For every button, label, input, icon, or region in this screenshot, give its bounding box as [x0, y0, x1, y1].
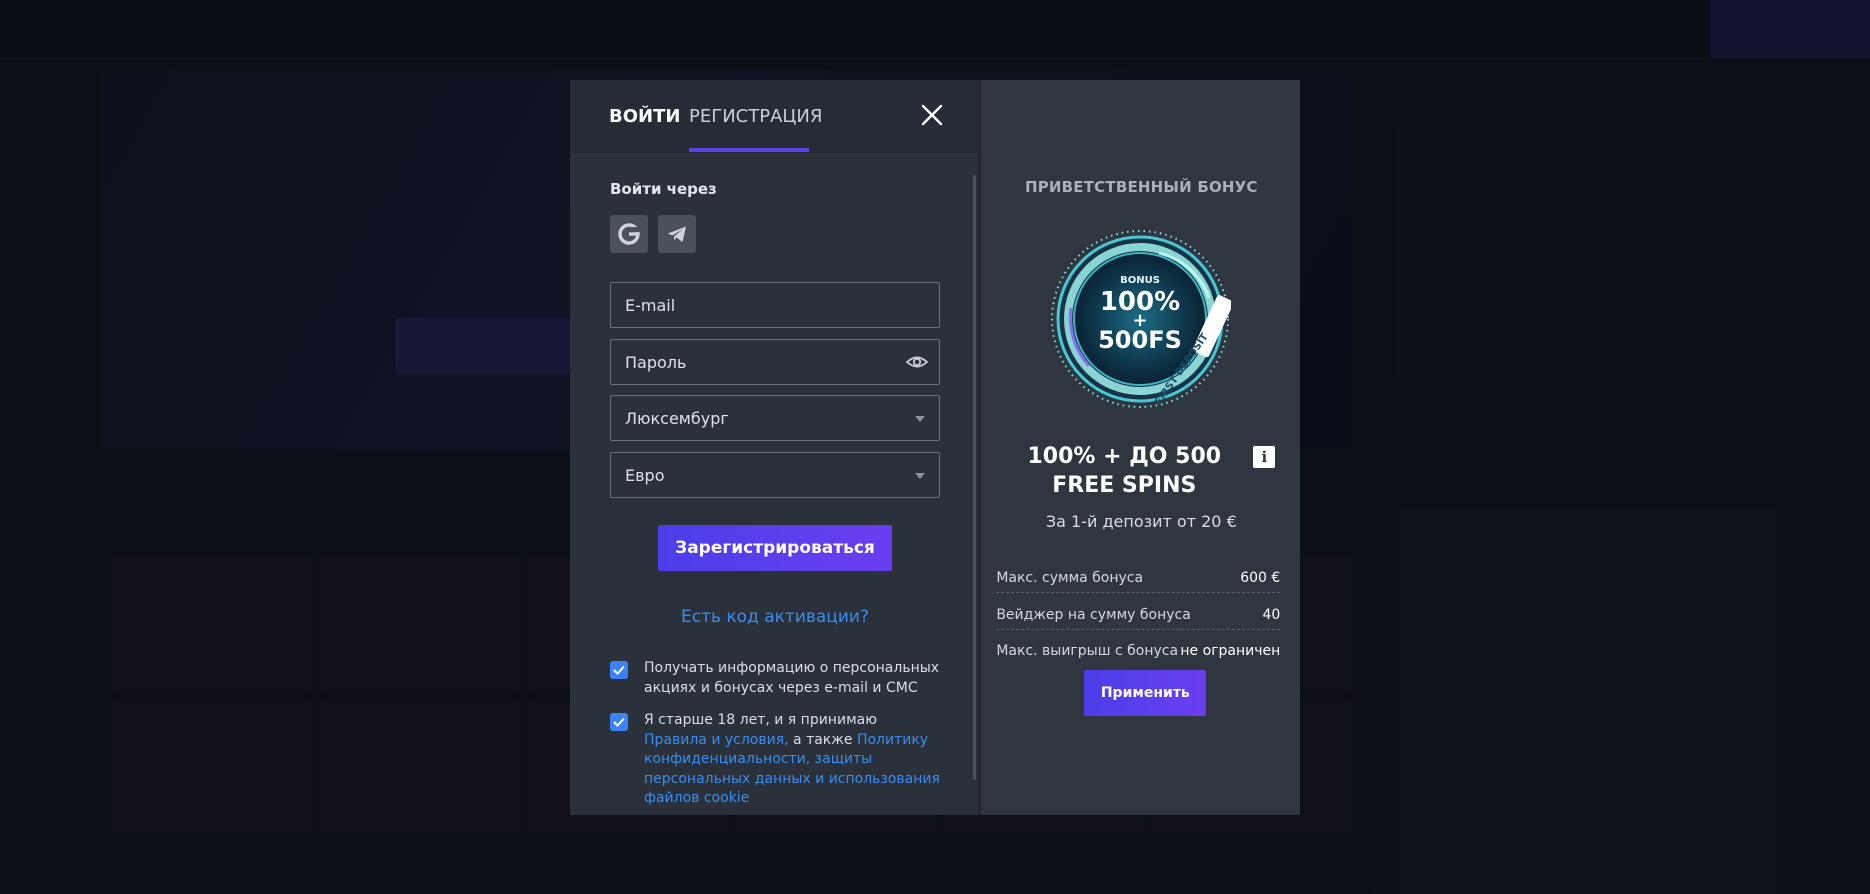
row-label: Макс. выигрыш с бонуса: [996, 643, 1179, 659]
bonus-title: 100% + ДО 500 FREE SPINS: [1027, 444, 1222, 498]
register-button[interactable]: Зарегистрироваться: [658, 525, 892, 571]
active-tab-indicator: [689, 148, 809, 152]
activation-code-link[interactable]: Есть код активации?: [570, 607, 980, 627]
tab-login[interactable]: ВОЙТИ: [609, 106, 680, 127]
email-input[interactable]: [625, 295, 885, 315]
scrollbar[interactable]: [973, 175, 976, 780]
age-terms-label: Я старше 18 лет, и я принимаю Правила и …: [644, 711, 944, 809]
bonus-badge-image: BONUS 100% + 500FS FIRST DEPOSIT: [1051, 230, 1232, 408]
currency-select[interactable]: Евро: [610, 452, 940, 498]
auth-tabs: ВОЙТИ РЕГИСТРАЦИЯ: [570, 80, 979, 153]
chevron-down-icon: [915, 473, 925, 479]
checkmark-icon: [613, 665, 625, 675]
eye-icon[interactable]: [905, 352, 929, 376]
row-label: Макс. сумма бонуса: [996, 569, 1144, 586]
badge-freespins: 500FS: [1098, 326, 1182, 354]
telegram-icon: [668, 226, 686, 242]
bonus-subtitle: За 1-й депозит от 20 €: [1045, 512, 1237, 531]
login-with-label: Войти через: [610, 180, 717, 198]
badge-bonus-label: BONUS: [1120, 275, 1160, 286]
chevron-down-icon: [915, 416, 925, 422]
row-value: 600 €: [1240, 569, 1281, 586]
row-value: не ограничен: [1180, 643, 1281, 659]
row-value: 40: [1262, 606, 1281, 623]
welcome-bonus-panel: ПРИВЕТСТВЕННЫЙ БОНУС BONUS 100% + 500FS: [978, 80, 1300, 815]
newsletter-label: Получать информацию о персональных акция…: [644, 660, 940, 696]
terms-link[interactable]: Правила и условия,: [644, 732, 789, 748]
telegram-login-button[interactable]: [658, 215, 696, 253]
country-value: Люксембург: [625, 408, 729, 428]
google-icon: [618, 223, 640, 245]
email-field[interactable]: [610, 282, 940, 328]
checkmark-icon: [613, 717, 625, 727]
apply-bonus-button[interactable]: Применить: [1084, 670, 1207, 716]
tab-register[interactable]: РЕГИСТРАЦИЯ: [689, 106, 822, 127]
google-login-button[interactable]: [610, 215, 648, 253]
bonus-row-max-amount: Макс. сумма бонуса 600 €: [996, 563, 1281, 593]
info-icon[interactable]: i: [1253, 446, 1276, 468]
terms-text-middle: а также: [788, 731, 857, 748]
currency-value: Евро: [625, 465, 665, 485]
bonus-heading: ПРИВЕТСТВЕННЫЙ БОНУС: [1024, 178, 1258, 196]
bonus-row-wager: Вейджер на сумму бонуса 40: [996, 600, 1281, 630]
age-terms-checkbox[interactable]: [610, 713, 628, 731]
auth-modal: ВОЙТИ РЕГИСТРАЦИЯ Войти через E-mail Люк…: [570, 80, 1300, 815]
terms-text-prefix: Я старше 18 лет, и я принимаю: [644, 712, 877, 728]
registration-panel: ВОЙТИ РЕГИСТРАЦИЯ Войти через E-mail Люк…: [570, 80, 980, 815]
password-field[interactable]: [610, 339, 940, 385]
bonus-row-max-win: Макс. выигрыш с бонуса не ограничен: [996, 636, 1280, 666]
password-input[interactable]: [625, 352, 885, 372]
newsletter-checkbox[interactable]: [610, 661, 628, 679]
country-select[interactable]: Люксембург: [610, 395, 940, 441]
close-icon[interactable]: [919, 102, 945, 128]
row-label: Вейджер на сумму бонуса: [996, 606, 1191, 623]
